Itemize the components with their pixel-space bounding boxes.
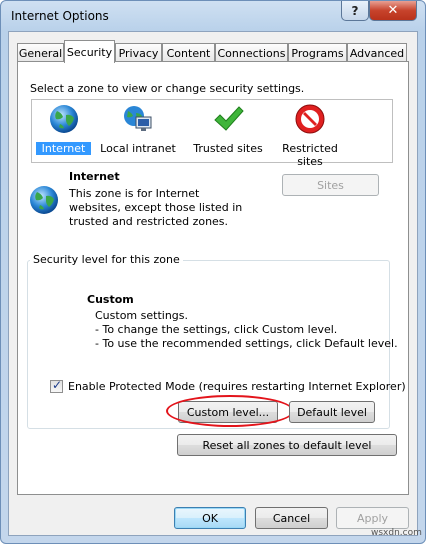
help-icon: ? — [351, 3, 359, 18]
tab-security[interactable]: Security — [64, 40, 115, 63]
tab-advanced[interactable]: Advanced — [347, 43, 407, 62]
level-title: Custom — [87, 293, 134, 306]
tab-connections[interactable]: Connections — [215, 43, 288, 62]
dialog-window: Internet Options ? ✕ General Security Pr… — [0, 0, 426, 544]
reset-all-zones-button[interactable]: Reset all zones to default level — [177, 434, 397, 456]
zone-label: Trusted sites — [193, 142, 263, 155]
zone-label: Restricted sites — [282, 142, 338, 168]
restricted-icon — [295, 104, 325, 134]
zone-restricted-sites[interactable]: Restricted sites — [280, 103, 340, 168]
protected-mode-label: Enable Protected Mode (requires restarti… — [68, 380, 406, 393]
tab-privacy[interactable]: Privacy — [115, 43, 162, 62]
zone-label: Internet — [36, 142, 91, 155]
globe-icon — [30, 186, 58, 214]
tab-content[interactable]: Content — [162, 43, 215, 62]
intranet-icon — [124, 106, 152, 131]
protected-mode-checkbox[interactable]: ✓ — [50, 378, 63, 393]
zone-local-intranet[interactable]: Local intranet — [98, 103, 178, 155]
ok-button[interactable]: OK — [174, 507, 246, 529]
checkmark-icon: ✓ — [52, 378, 63, 392]
level-description: Custom settings. - To change the setting… — [95, 309, 398, 351]
zone-title: Internet — [69, 170, 120, 183]
tab-general[interactable]: General — [17, 43, 64, 62]
level-line: - To use the recommended settings, click… — [95, 337, 398, 350]
zone-description: This zone is for Internet websites, exce… — [69, 187, 243, 228]
apply-button[interactable]: Apply — [336, 507, 409, 529]
cancel-button[interactable]: Cancel — [255, 507, 328, 529]
title-bar[interactable]: Internet Options ? ✕ — [1, 1, 425, 31]
globe-icon — [49, 105, 78, 133]
close-icon: ✕ — [387, 3, 399, 18]
dialog-body: General Security Privacy Content Connect… — [8, 31, 418, 536]
checkmark-icon — [214, 106, 244, 131]
sites-button[interactable]: Sites — [282, 174, 379, 196]
zone-label: Local intranet — [100, 142, 176, 155]
window-title: Internet Options — [11, 9, 109, 23]
level-line: - To change the settings, click Custom l… — [95, 323, 338, 336]
highlight-annotation — [166, 395, 294, 427]
zone-prompt: Select a zone to view or change security… — [30, 82, 305, 95]
tab-programs[interactable]: Programs — [288, 43, 347, 62]
watermark: wsxdn.com — [371, 528, 422, 538]
level-line: Custom settings. — [95, 309, 189, 322]
default-level-button[interactable]: Default level — [289, 401, 375, 423]
zone-trusted-sites[interactable]: Trusted sites — [190, 103, 266, 155]
security-level-group-title: Security level for this zone — [30, 253, 183, 266]
zone-list: Internet Local intranet Trusted sites Re… — [31, 99, 393, 168]
security-panel: Select a zone to view or change security… — [17, 61, 409, 495]
help-button[interactable]: ? — [341, 1, 369, 21]
zone-internet[interactable]: Internet — [36, 103, 91, 155]
close-button[interactable]: ✕ — [369, 1, 417, 21]
